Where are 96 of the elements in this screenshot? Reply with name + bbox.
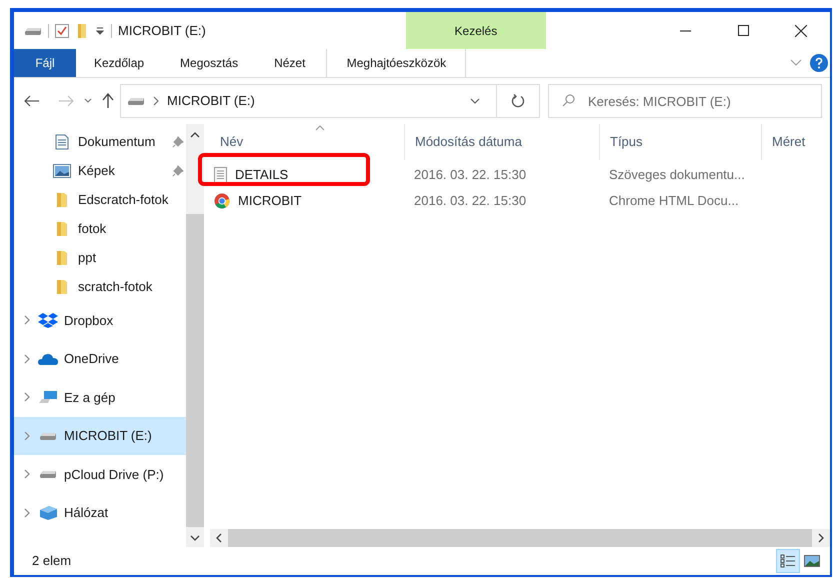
properties-icon[interactable] [55,24,69,38]
dropbox-icon [38,312,58,328]
customize-toolbar-icon[interactable] [95,26,105,36]
search-icon [562,94,575,107]
column-header[interactable]: Név [210,124,404,160]
back-arrow-icon[interactable] [24,95,40,107]
ribbon-tab[interactable]: Kezdőlap [76,49,162,77]
file-row[interactable]: DETAILS 2016. 03. 22. 15:30 Szöveges dokumentu... [210,162,830,188]
chevron-right-icon[interactable] [23,315,31,326]
network-icon [38,504,58,521]
nav-label: MICROBIT (E:) [64,427,152,445]
up-arrow-icon[interactable] [102,93,114,109]
nav-label: pCloud Drive (P:) [64,466,164,484]
nav-item[interactable]: MICROBIT (E:) [14,416,186,455]
nav-label: OneDrive [64,350,119,368]
breadcrumb-chevron-icon[interactable] [153,96,159,106]
file-name: DETAILS [235,166,288,184]
ribbon-tab[interactable]: Nézet [256,49,324,77]
image-icon [53,164,71,178]
column-header[interactable]: Módosítás dátuma [404,124,599,160]
computer-icon [38,390,58,404]
details-view-icon [780,554,796,568]
nav-label: fotok [78,220,106,238]
column-header[interactable]: Méret [761,124,821,160]
pin-icon[interactable] [172,136,184,148]
expand-ribbon-icon[interactable] [790,59,802,67]
drive-icon [24,26,42,36]
drive-icon [39,469,57,480]
folder-icon [56,278,68,294]
nav-item[interactable]: Képek [14,156,186,185]
ribbon-tab[interactable]: Meghajtóeszközök [326,49,466,77]
contextual-tab-group: Kezelés [406,12,546,49]
document-icon [55,134,69,150]
recent-locations-icon[interactable] [84,98,92,104]
nav-label: scratch-fotok [78,278,152,296]
nav-item[interactable]: Dropbox [14,301,186,340]
nav-label: Edscratch-fotok [78,190,168,209]
table-cell-text: 2016. 03. 22. 15:30 [413,192,528,210]
window-title: MICROBIT (E:) [118,22,206,40]
nav-item[interactable]: OneDrive [14,340,186,378]
scroll-right-icon[interactable] [818,533,824,543]
status-text: 2 elem [32,552,72,570]
large-icons-view-icon [804,555,820,567]
address-bar[interactable]: MICROBIT (E:) [120,84,540,118]
nav-label: Dropbox [64,312,114,330]
column-header[interactable]: Típus [599,124,761,160]
nav-label: Dokumentum [78,132,156,151]
nav-label: Hálózat [64,504,108,522]
nav-item[interactable]: Hálózat [14,494,186,532]
minimize-icon [680,30,690,32]
folder-icon [56,250,68,266]
nav-label: Ez a gép [64,388,116,407]
scroll-thumb[interactable] [186,214,204,527]
table-cell-text: Szöveges dokumentu... [608,166,746,184]
nav-item[interactable]: Ez a gép [14,378,186,416]
search-field[interactable]: Keresés: MICROBIT (E:) [548,84,822,118]
table-cell-text: 2016. 03. 22. 15:30 [413,166,528,184]
drive-icon [127,96,145,106]
file-name: MICROBIT [238,192,302,210]
dropdown-caret-icon[interactable] [470,98,480,104]
close-icon [795,24,807,36]
file-tab[interactable]: Fájl [14,49,76,77]
text-file-icon [214,167,227,183]
scroll-down-icon[interactable] [190,535,200,541]
forward-arrow-icon[interactable] [58,95,74,107]
refresh-icon[interactable] [511,94,525,108]
scrollbar[interactable] [186,124,204,547]
nav-label: Képek [78,162,115,180]
scroll-up-icon[interactable] [190,132,200,138]
chevron-right-icon[interactable] [23,354,31,364]
scroll-left-icon[interactable] [216,533,222,543]
ribbon-tab[interactable]: Megosztás [162,49,256,77]
browser-icon [214,193,230,209]
maximize-icon [738,25,748,36]
nav-item[interactable]: ppt [14,243,186,272]
folder-icon [56,192,68,208]
breadcrumb[interactable]: MICROBIT (E:) [167,91,255,111]
chevron-right-icon[interactable] [23,430,31,441]
chevron-right-icon[interactable] [23,469,31,480]
folder-icon[interactable] [77,22,87,38]
nav-item[interactable]: pCloud Drive (P:) [14,455,186,494]
file-row[interactable]: MICROBIT 2016. 03. 22. 15:30 Chrome HTML Docu... [210,188,830,214]
pin-icon[interactable] [172,164,184,176]
chevron-right-icon[interactable] [23,508,31,518]
nav-item[interactable]: Dokumentum [14,127,186,156]
nav-label: ppt [78,248,96,267]
details-view-button[interactable] [776,549,800,573]
nav-item[interactable]: Edscratch-fotok [14,185,186,214]
cloud-icon [38,352,58,365]
help-icon[interactable] [810,54,828,72]
folder-icon [56,220,68,236]
chevron-right-icon[interactable] [23,392,31,402]
nav-item[interactable]: scratch-fotok [14,272,186,301]
table-cell-text: Chrome HTML Docu... [608,192,740,210]
nav-item[interactable]: fotok [14,214,186,243]
drive-icon [39,430,57,441]
